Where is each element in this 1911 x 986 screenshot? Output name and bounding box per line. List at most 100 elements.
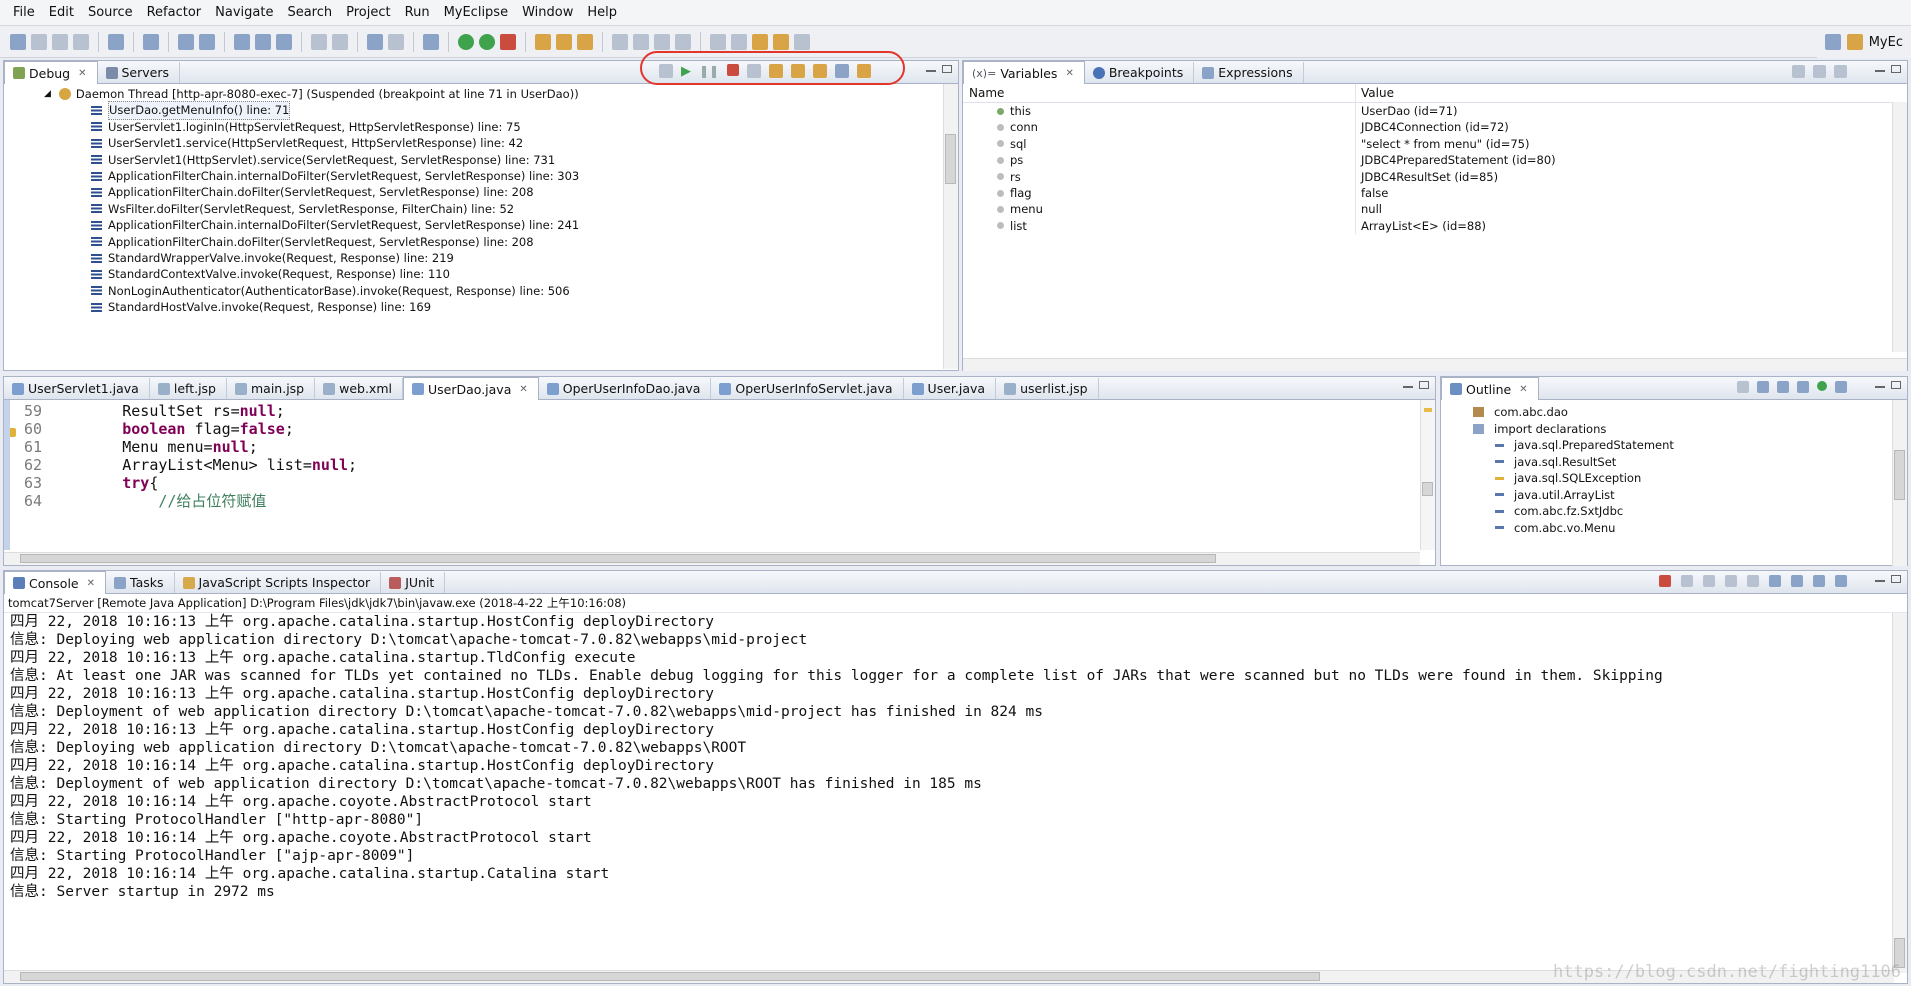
prev-annotation-icon[interactable] bbox=[731, 33, 747, 50]
menu-window[interactable]: Window bbox=[515, 0, 580, 26]
clear-console-icon[interactable] bbox=[1725, 575, 1737, 587]
sort-icon[interactable] bbox=[1757, 381, 1769, 393]
stack-frame[interactable]: ApplicationFilterChain.doFilter(ServletR… bbox=[91, 184, 958, 200]
open-icon[interactable] bbox=[311, 33, 327, 50]
last-edit-icon[interactable] bbox=[752, 33, 768, 50]
menu-refactor[interactable]: Refactor bbox=[140, 0, 209, 26]
column-value[interactable]: Value bbox=[1356, 84, 1394, 102]
console-scrollbar-vertical[interactable] bbox=[1892, 613, 1907, 973]
column-name[interactable]: Name bbox=[963, 84, 1356, 102]
collapse-all-icon[interactable] bbox=[1834, 65, 1847, 78]
thread-node[interactable]: ◢ Daemon Thread [http-apr-8080-exec-7] (… bbox=[44, 86, 958, 102]
external-tools-icon[interactable] bbox=[500, 33, 516, 50]
next-annotation-icon[interactable] bbox=[710, 33, 726, 50]
scroll-lock-icon[interactable] bbox=[1747, 575, 1759, 587]
outline-item[interactable]: com.abc.dao bbox=[1473, 404, 1907, 421]
scrollbar-thumb[interactable] bbox=[945, 134, 956, 184]
variables-scrollbar-horizontal[interactable] bbox=[963, 358, 1907, 371]
display-console-icon[interactable] bbox=[1813, 575, 1825, 587]
stack-frame[interactable]: ApplicationFilterChain.internalDoFilter(… bbox=[91, 168, 958, 184]
annotation-icon[interactable] bbox=[612, 33, 628, 50]
show-logical-icon[interactable] bbox=[1813, 65, 1826, 78]
tab-variables[interactable]: (x)= Variables ✕ bbox=[963, 61, 1085, 84]
expand-arrow-icon[interactable]: ◢ bbox=[44, 86, 51, 102]
stack-frame[interactable]: UserDao.getMenuInfo() line: 71 bbox=[91, 101, 958, 120]
editor-tab[interactable]: left.jsp bbox=[150, 378, 227, 399]
collapse-all-icon[interactable] bbox=[1737, 381, 1749, 393]
editor-tab[interactable]: main.jsp bbox=[227, 378, 316, 399]
variable-row[interactable]: conn JDBC4Connection (id=72) bbox=[963, 119, 1907, 136]
open-perspective-icon[interactable] bbox=[1824, 34, 1841, 50]
maximize-icon[interactable] bbox=[1419, 381, 1429, 389]
tab-junit[interactable]: JUnit bbox=[381, 572, 446, 593]
hide-nonpublic-icon[interactable] bbox=[1817, 381, 1827, 391]
project-icon[interactable] bbox=[234, 33, 250, 50]
editor-tab[interactable]: UserServlet1.java bbox=[4, 378, 150, 399]
variable-row[interactable]: flag false bbox=[963, 184, 1907, 202]
tab-console[interactable]: Console ✕ bbox=[4, 571, 107, 594]
variable-row[interactable]: this UserDao (id=71) bbox=[963, 103, 1907, 120]
minimize-icon[interactable] bbox=[1875, 385, 1885, 388]
tab-servers[interactable]: Servers bbox=[98, 62, 181, 83]
stack-frame[interactable]: ApplicationFilterChain.doFilter(ServletR… bbox=[91, 234, 958, 250]
maximize-icon[interactable] bbox=[1891, 575, 1901, 583]
tab-expressions[interactable]: Expressions bbox=[1194, 62, 1304, 83]
save-all-icon[interactable] bbox=[52, 33, 68, 50]
block-icon[interactable] bbox=[654, 33, 670, 50]
scrollbar-thumb[interactable] bbox=[20, 554, 1216, 563]
editor-tab[interactable]: UserDao.java ✕ bbox=[402, 377, 539, 400]
forward-icon[interactable] bbox=[794, 33, 810, 50]
outline-item[interactable]: import declarations bbox=[1473, 421, 1907, 438]
show-whitespace-icon[interactable] bbox=[675, 33, 691, 50]
close-icon[interactable]: ✕ bbox=[1519, 384, 1527, 395]
outline-item[interactable]: java.sql.PreparedStatement bbox=[1473, 437, 1907, 454]
outline-item[interactable]: com.abc.fz.SxtJdbc bbox=[1473, 503, 1907, 520]
stack-frame[interactable]: UserServlet1.service(HttpServletRequest,… bbox=[91, 135, 958, 151]
stack-frame[interactable]: WsFilter.doFilter(ServletRequest, Servle… bbox=[91, 201, 958, 217]
deploy-icon[interactable] bbox=[178, 33, 194, 50]
stack-frame[interactable]: NonLoginAuthenticator(AuthenticatorBase)… bbox=[91, 283, 958, 299]
menu-project[interactable]: Project bbox=[339, 0, 397, 26]
open-type-icon[interactable] bbox=[108, 33, 124, 50]
save-icon[interactable] bbox=[31, 33, 47, 50]
outline-item[interactable]: com.abc.vo.Menu bbox=[1473, 520, 1907, 537]
remove-launch-icon[interactable] bbox=[1681, 575, 1693, 587]
minimize-icon[interactable] bbox=[926, 69, 936, 72]
maximize-icon[interactable] bbox=[942, 65, 952, 73]
menu-myeclipse[interactable]: MyEclipse bbox=[437, 0, 516, 26]
run-icon[interactable] bbox=[479, 33, 495, 50]
maximize-icon[interactable] bbox=[1891, 381, 1901, 389]
show-type-names-icon[interactable] bbox=[1792, 65, 1805, 78]
debug-scrollbar-vertical[interactable] bbox=[943, 84, 958, 369]
editor-tab[interactable]: OperUserInfoDao.java bbox=[539, 378, 712, 399]
server-icon[interactable] bbox=[143, 33, 159, 50]
globe-icon[interactable] bbox=[276, 33, 292, 50]
new-icon[interactable] bbox=[10, 33, 26, 50]
print-icon[interactable] bbox=[73, 33, 89, 50]
variable-row[interactable]: list ArrayList<E> (id=88) bbox=[963, 217, 1907, 235]
outline-item[interactable]: java.sql.ResultSet bbox=[1473, 454, 1907, 471]
browser-icon[interactable] bbox=[388, 33, 404, 50]
hide-static-icon[interactable] bbox=[1797, 381, 1809, 393]
tab-javascript-scripts-inspector[interactable]: JavaScript Scripts Inspector bbox=[175, 572, 382, 593]
terminate-icon[interactable] bbox=[1659, 575, 1671, 587]
outline-scrollbar-vertical[interactable] bbox=[1892, 400, 1907, 566]
editor-scrollbar-vertical[interactable] bbox=[1420, 400, 1435, 550]
editor-scrollbar-horizontal[interactable] bbox=[4, 552, 1420, 565]
minimize-icon[interactable] bbox=[1403, 385, 1413, 388]
debug-run-icon[interactable] bbox=[458, 33, 474, 50]
editor-tab[interactable]: userlist.jsp bbox=[996, 378, 1099, 399]
mark-icon[interactable] bbox=[633, 33, 649, 50]
code-lines[interactable]: 59 ResultSet rs=null; 60 boolean flag=fal… bbox=[10, 400, 1435, 510]
menu-navigate[interactable]: Navigate bbox=[208, 0, 280, 26]
tab-breakpoints[interactable]: Breakpoints bbox=[1085, 62, 1195, 83]
remove-all-terminated-icon[interactable] bbox=[1703, 575, 1715, 587]
menu-run[interactable]: Run bbox=[398, 0, 437, 26]
hide-fields-icon[interactable] bbox=[1777, 381, 1789, 393]
scrollbar-thumb[interactable] bbox=[1894, 450, 1905, 500]
menu-source[interactable]: Source bbox=[81, 0, 140, 26]
run-server-icon[interactable] bbox=[199, 33, 215, 50]
tab-tasks[interactable]: Tasks bbox=[106, 572, 175, 593]
minimize-icon[interactable] bbox=[1875, 579, 1885, 582]
pin-console-icon[interactable] bbox=[1791, 575, 1803, 587]
